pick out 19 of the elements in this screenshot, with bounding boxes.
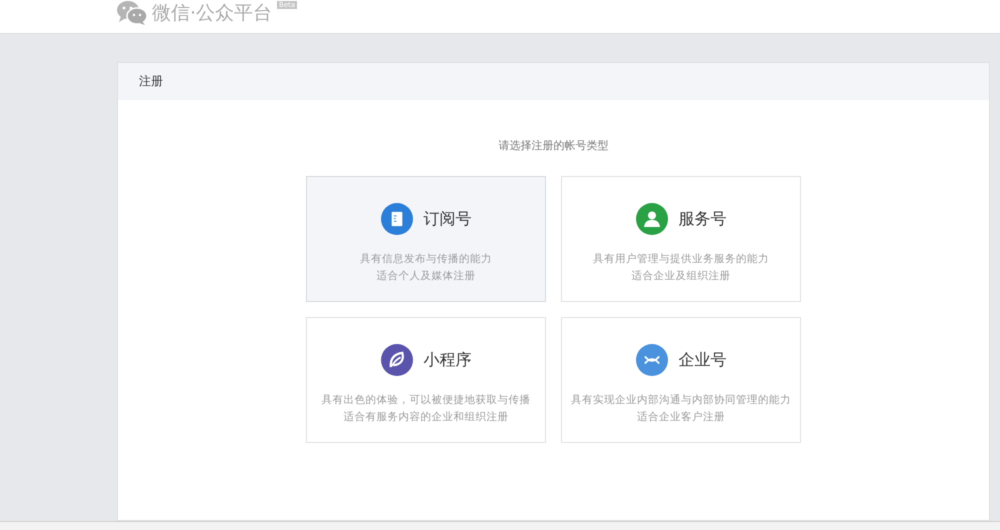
description-text: 具有用户管理与提供业务服务的能力 [593, 252, 769, 267]
description-text: 具有信息发布与传播的能力 [360, 252, 492, 267]
logo-text: 微信·公众平台 [152, 1, 272, 26]
account-type-name: 小程序 [424, 350, 472, 370]
prompt-text: 请选择注册的帐号类型 [498, 138, 608, 153]
description-text: 适合企业客户注册 [637, 410, 725, 425]
description-text: 具有实现企业内部沟通与内部协同管理的能力 [571, 393, 791, 408]
description-text: 适合个人及媒体注册 [376, 269, 476, 284]
description-text: 适合企业及组织注册 [632, 269, 730, 284]
account-type-card[interactable]: 企业号 具有实现企业内部沟通与内部协同管理的能力 适合企业客户注册 [561, 317, 801, 443]
account-type-name: 服务号 [678, 208, 726, 230]
account-type-name: 订阅号 [424, 208, 472, 230]
description-text: 具有出色的体验，可以被便捷地获取与传播 [322, 393, 530, 408]
account-type-card[interactable]: 服务号 具有用户管理与提供业务服务的能力 适合企业及组织注册 [561, 176, 801, 302]
panel-title: 注册 [139, 73, 163, 90]
account-type-name: 企业号 [678, 350, 726, 370]
description-text: 适合有服务内容的企业和组织注册 [344, 410, 508, 425]
account-type-card[interactable]: 订阅号 具有信息发布与传播的能力 适合个人及媒体注册 [306, 176, 546, 302]
account-type-card[interactable]: 小程序 具有出色的体验，可以被便捷地获取与传播 适合有服务内容的企业和组织注册 [306, 317, 546, 443]
